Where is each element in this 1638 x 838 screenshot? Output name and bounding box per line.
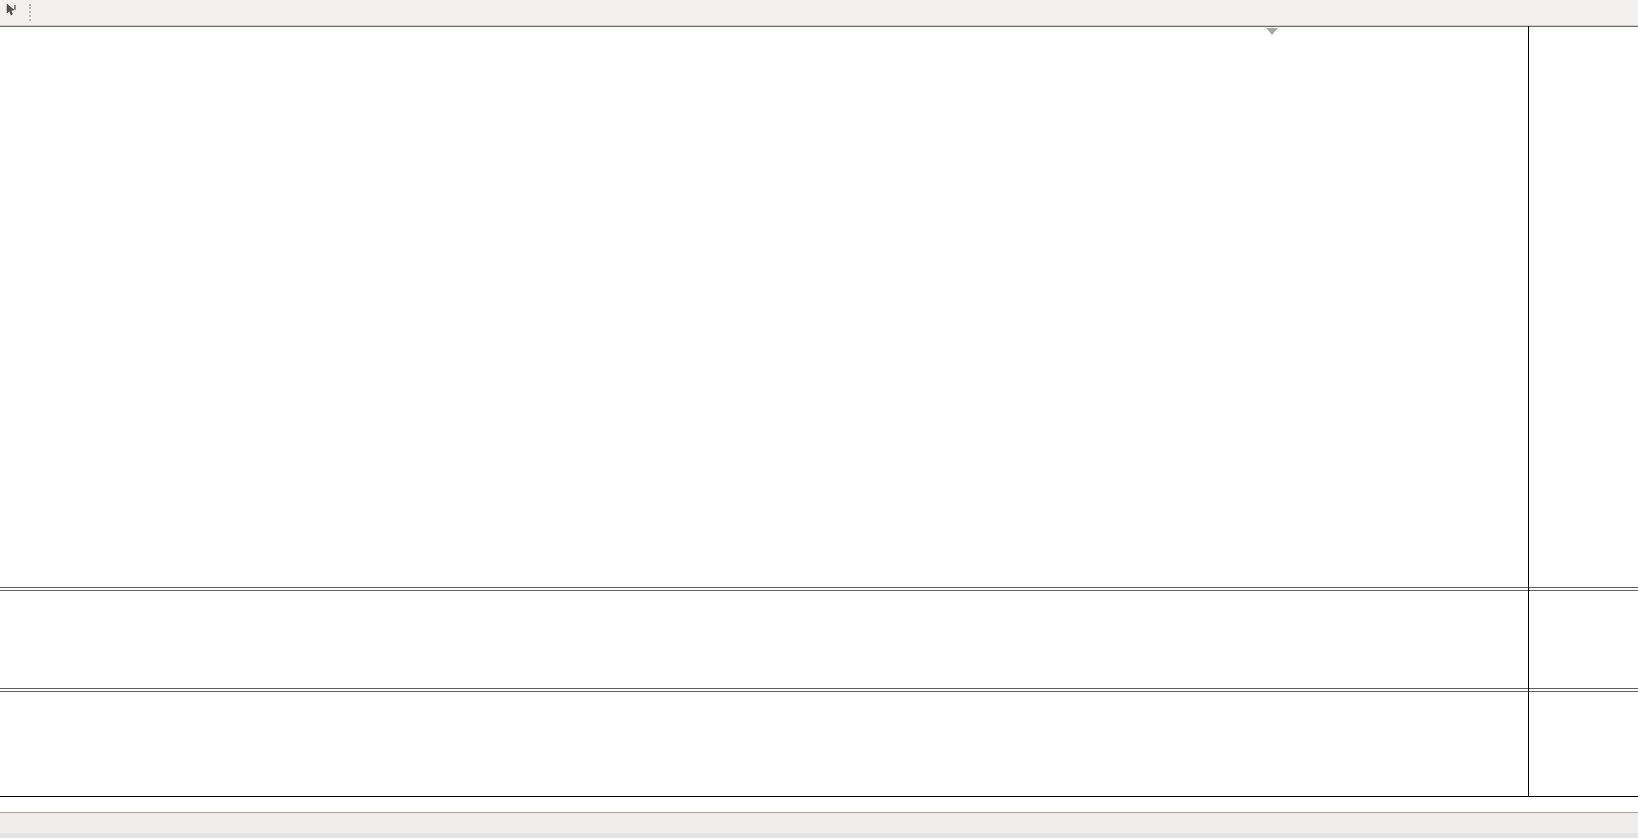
- status-strip: [0, 833, 1638, 838]
- panel-separator[interactable]: [0, 587, 1638, 591]
- timeframe-toolbar: [0, 0, 1638, 26]
- chart-tool-button[interactable]: [0, 3, 24, 22]
- window-border: [0, 26, 1638, 27]
- rsi-indicator-canvas[interactable]: [0, 590, 1528, 688]
- price-chart-canvas[interactable]: [0, 28, 1528, 587]
- panel-separator[interactable]: [0, 688, 1638, 692]
- chart-shift-marker[interactable]: [1266, 28, 1278, 35]
- time-axis-border: [0, 796, 1638, 797]
- price-axis-border: [1528, 26, 1529, 797]
- chart-tab-bar: [0, 812, 1638, 833]
- macd-indicator-canvas[interactable]: [0, 691, 1528, 796]
- chart-cursor-icon: [4, 3, 18, 22]
- toolbar-grip[interactable]: [29, 4, 34, 21]
- mt4-chart-window: [0, 0, 1638, 838]
- chart-title: [7, 31, 11, 45]
